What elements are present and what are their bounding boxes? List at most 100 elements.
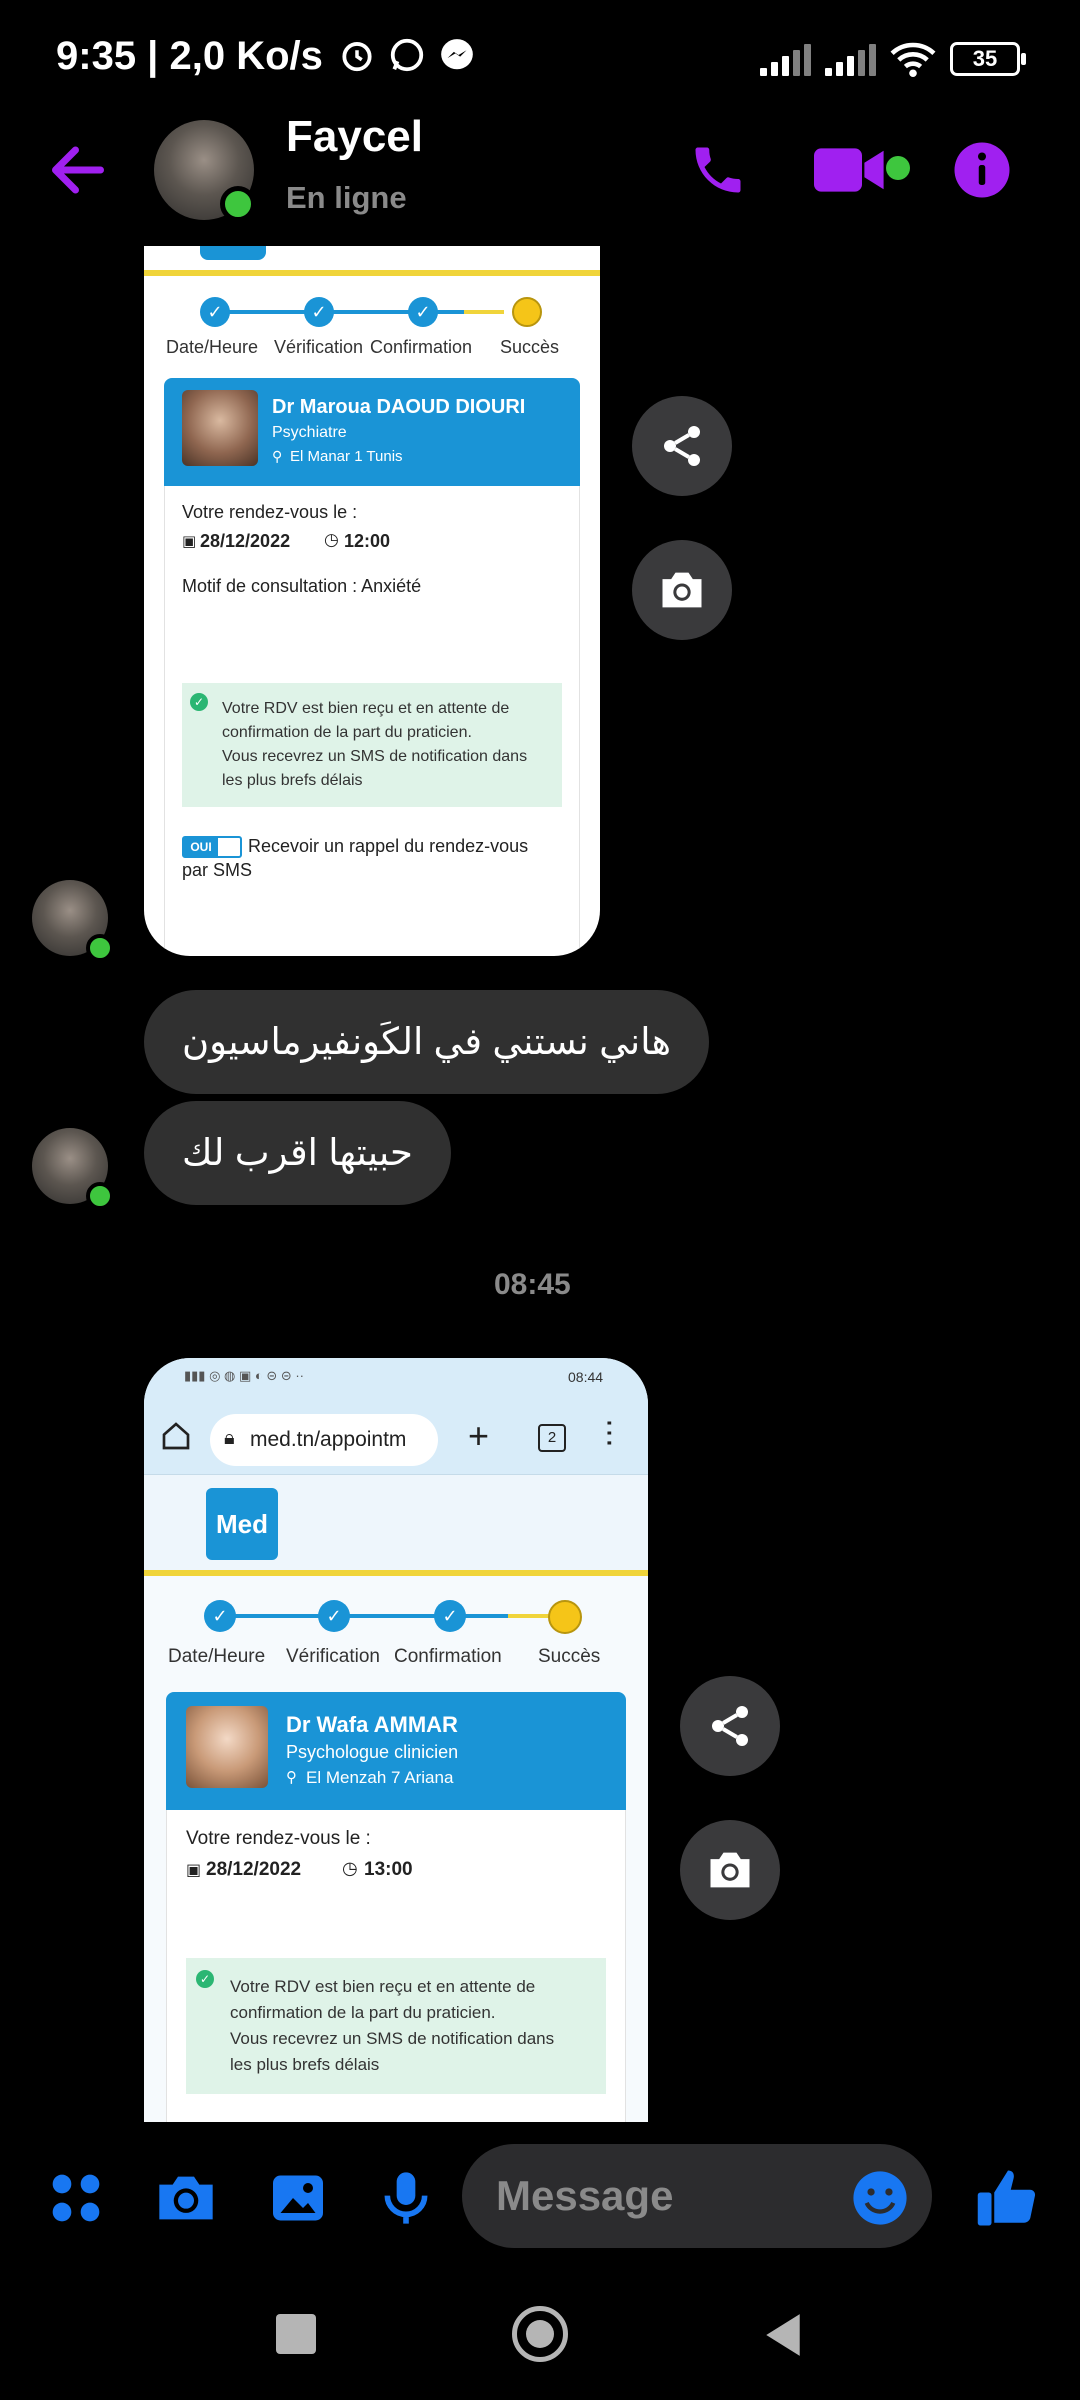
camera-icon [662,572,702,608]
step-2-label: Vérification [274,337,364,357]
rdv-time-2: 13:00 [364,1859,413,1880]
message-timestamp: 08:45 [494,1268,571,1301]
consultation-motive: Motif de consultation : Anxiété [182,576,422,596]
sms-reminder-toggle[interactable]: OUI [182,836,242,858]
back-arrow-icon [52,146,104,194]
doctor-specialty-2: Psychologue clinicien [286,1742,459,1762]
status-system-icons: 35 [760,40,1026,78]
camera-icon [710,1852,750,1888]
battery-icon: 35 [950,42,1026,76]
emoji-button[interactable] [848,2166,912,2230]
rdv-label: Votre rendez-vous le : [182,502,358,522]
video-camera-icon [814,148,884,192]
confirmation-notice-2: ✓ Votre RDV est bien reçu et en attente … [186,1958,606,2094]
grid-dots-icon [52,2174,100,2222]
confirmation-notice: ✓ Votre RDV est bien reçu et en attente … [182,683,562,807]
doctor-location-2: El Menzah 7 Ariana [306,1768,454,1787]
sender-online-2 [86,1182,114,1210]
step-3-check: ✓ [408,297,438,327]
clock-icon: ◷ [342,1858,358,1878]
step-1-check: ✓ [200,297,230,327]
step-3-check: ✓ [434,1600,466,1632]
alarm-icon [342,42,372,72]
url-bar[interactable]: 🔒︎ med.tn/appointm [210,1414,438,1466]
phone-icon [695,147,741,193]
notice-line-1: Votre RDV est bien reçu et en attente de [222,700,510,717]
toggle-label: OUI [184,838,218,856]
back-button[interactable] [48,140,108,200]
tab-count-button[interactable]: 2 [538,1424,566,1452]
video-online-dot [886,156,910,180]
voice-message-button[interactable] [374,2164,438,2232]
share-button-2[interactable] [680,1676,780,1776]
notice-line-3: Vous recevrez un SMS de notification dan… [230,2029,555,2048]
whatsapp-icon [390,38,424,72]
logo-tab [200,246,266,260]
check-circle-icon: ✓ [196,1970,214,1988]
new-tab-icon[interactable]: + [468,1418,489,1454]
doctor-header: Dr Maroua DAOUD DIOURI Psychiatre ⚲ El M… [164,378,580,486]
nav-recents-button[interactable] [276,2314,316,2354]
calendar-icon: ▣ [182,533,197,550]
phone-status-time: 08:44 [568,1369,604,1385]
video-call-button[interactable] [814,142,886,203]
signal-2-icon [825,42,876,76]
info-button[interactable] [952,140,1012,205]
message-bubble-1[interactable]: هاني نستني في الكَونفيرماسيون [144,990,710,1094]
step-1-label: Date/Heure [166,337,259,357]
browser-menu-icon[interactable]: ⋯ [593,1418,626,1448]
nav-home-button[interactable] [512,2306,568,2362]
home-inner-circle [526,2320,554,2348]
step-1-label: Date/Heure [168,1646,266,1667]
doctor-header-2: Dr Wafa AMMAR Psychologue clinicien ⚲ El… [166,1692,626,1810]
doctor-name-2: Dr Wafa AMMAR [286,1712,458,1737]
doctor-name: Dr Maroua DAOUD DIOURI [272,396,526,418]
notice-line-1: Votre RDV est bien reçu et en attente de [230,1977,536,1996]
contact-name[interactable]: Faycel [286,112,423,162]
url-text: med.tn/appointm [250,1428,407,1451]
step-3-label: Confirmation [370,337,473,357]
yellow-divider [144,270,600,276]
med-logo: Med [206,1488,278,1560]
rdv-time: 12:00 [344,531,391,551]
more-actions-button[interactable] [44,2166,108,2230]
pin-icon: ⚲ [286,1769,297,1786]
home-icon[interactable] [160,1420,192,1452]
notice-line-2: confirmation de la part du praticien. [230,2003,496,2022]
voice-call-button[interactable] [688,140,748,205]
step-4-current [548,1600,582,1634]
notice-line-4: les plus brefs délais [222,772,363,789]
step-4-label: Succès [500,337,560,357]
check-circle-icon: ✓ [190,693,208,711]
stepper-line [214,310,484,314]
like-button[interactable] [972,2162,1044,2234]
step-4-label: Succès [538,1646,601,1667]
status-time: 9:35 | 2,0 Ko/s [56,34,323,78]
rdv-date: 28/12/2022 [200,531,291,551]
step-2-label: Vérification [286,1646,380,1667]
wifi-icon [890,42,936,78]
calendar-icon: ▣ [186,1862,202,1879]
step-2-check: ✓ [304,297,334,327]
save-image-button-1[interactable] [632,540,732,640]
camera-icon [159,2176,213,2220]
camera-button[interactable] [152,2164,220,2232]
save-image-button-2[interactable] [680,1820,780,1920]
doctor-location: El Manar 1 Tunis [290,448,403,465]
nav-back-button[interactable] [762,2312,804,2363]
pin-icon: ⚲ [272,448,283,464]
stepper-line-yellow [464,310,504,314]
share-button-1[interactable] [632,396,732,496]
doctor-photo [182,390,258,466]
phone-status-icons-left: ▮▮▮ ◎ ◍ ▣ ◐ ⊝ ⊝ ·· [184,1368,305,1383]
thumbs-up-icon [977,2170,1036,2226]
message-bubble-2[interactable]: حبيتها اقرب لك [144,1101,451,1205]
shared-screenshot-1[interactable]: ✓ ✓ ✓ Date/Heure Vérification Confirmati… [144,246,600,956]
contact-status: En ligne [286,180,407,215]
lock-icon: 🔒︎ [224,1427,235,1449]
reminder-text-2: par SMS [182,860,253,880]
microphone-icon [384,2172,428,2224]
rdv-label-2: Votre rendez-vous le : [186,1828,371,1849]
gallery-button[interactable] [264,2164,332,2232]
shared-screenshot-2[interactable]: ▮▮▮ ◎ ◍ ▣ ◐ ⊝ ⊝ ·· 08:44 🔒︎ med.tn/appoi… [144,1358,648,2122]
